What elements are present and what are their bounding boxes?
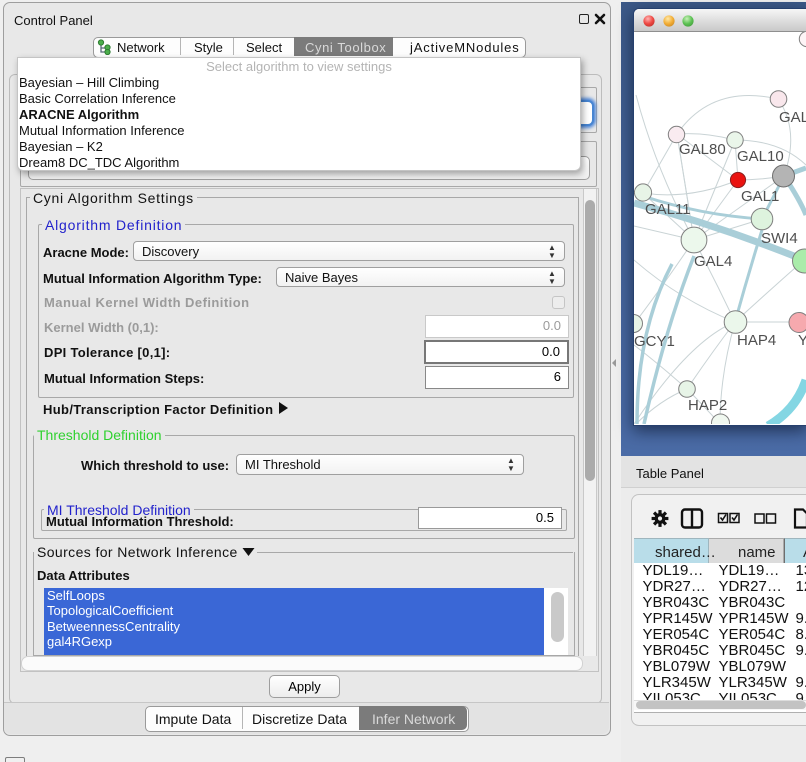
- svg-text:GAL10: GAL10: [737, 148, 784, 165]
- svg-text:GAL7: GAL7: [779, 109, 806, 126]
- svg-text:GAL4: GAL4: [694, 253, 732, 270]
- svg-text:GAL1: GAL1: [741, 188, 779, 205]
- svg-text:GAL11: GAL11: [645, 201, 691, 218]
- svg-text:GCY1: GCY1: [634, 333, 675, 350]
- svg-text:HAP2: HAP2: [688, 397, 727, 414]
- svg-text:GAL80: GAL80: [679, 141, 726, 158]
- svg-text:SWI4: SWI4: [761, 230, 798, 247]
- svg-text:HAP4: HAP4: [737, 332, 776, 349]
- svg-text:YD: YD: [798, 332, 806, 349]
